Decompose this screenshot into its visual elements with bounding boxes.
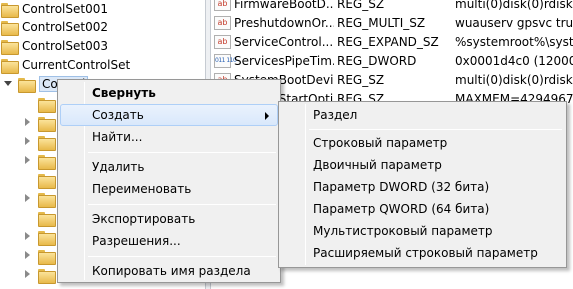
menu-separator [88,256,276,257]
tree-item-child[interactable] [23,132,56,151]
expand-arrow-icon[interactable] [23,194,32,203]
folder-icon [37,135,56,151]
folder-icon [17,77,36,93]
tree-item-child[interactable] [23,208,56,227]
new-qword-value-menu-item[interactable]: Параметр QWORD (64 бита) [281,198,564,220]
expand-arrow-icon[interactable] [23,251,32,260]
tree-item-controlset001[interactable]: ControlSet001 [0,0,108,18]
rename-menu-item[interactable]: Переименовать [60,178,278,200]
tree-item-child[interactable] [23,94,56,113]
value-name: ServicesPipeTim... [234,53,334,68]
string-value-icon: ab [214,15,231,30]
menu-separator [88,152,276,153]
folder-icon [37,154,56,170]
tree-item-label: ControlSet003 [22,38,108,53]
new-binary-value-menu-item[interactable]: Двоичный параметр [281,154,564,176]
list-item[interactable]: ab ServiceControl... REG_EXPAND_SZ %syst… [211,32,573,51]
context-menu: Свернуть Создать Найти... Удалить Переим… [57,79,281,283]
list-item[interactable]: ab FirmwareBootD... REG_SZ multi(0)disk(… [211,0,573,13]
value-data: multi(0)disk(0)rdisk(0 [455,72,573,87]
tree-item-child[interactable] [23,170,56,189]
tree-item-controlset003[interactable]: ControlSet003 [0,36,108,55]
value-name: ServiceControl... [234,34,334,49]
new-expandable-string-value-menu-item[interactable]: Расширяемый строковый параметр [281,242,564,264]
folder-icon [37,249,56,265]
expand-arrow-icon[interactable] [23,118,32,127]
folder-icon [0,2,19,18]
create-menu-item[interactable]: Создать [60,104,278,126]
value-type: REG_SZ [337,72,385,87]
folder-icon [0,58,19,74]
delete-menu-item[interactable]: Удалить [60,156,278,178]
folder-icon [37,192,56,208]
value-data: 0x0001d4c0 (120000) [455,53,573,68]
tree-item-controlset002[interactable]: ControlSet002 [0,17,108,36]
expand-arrow-icon[interactable] [23,270,32,279]
value-type: REG_MULTI_SZ [337,15,426,30]
value-name: FirmwareBootD... [234,0,334,11]
new-key-menu-item[interactable]: Раздел [281,104,564,126]
tree-item-child[interactable] [23,113,56,132]
find-menu-item[interactable]: Найти... [60,126,278,148]
new-dword-value-menu-item[interactable]: Параметр DWORD (32 бита) [281,176,564,198]
create-menu-label: Создать [92,108,144,122]
value-data: multi(0)disk(0)rdisk(0 [455,0,573,11]
tree-item-child[interactable] [23,246,56,265]
binary-value-icon: 011 110 [214,53,237,68]
menu-separator [88,204,276,205]
folder-icon [37,230,56,246]
value-type: REG_EXPAND_SZ [337,34,439,49]
copy-key-name-menu-item[interactable]: Копировать имя раздела [60,260,278,282]
create-submenu: Раздел Строковый параметр Двоичный парам… [278,101,567,268]
folder-icon [0,20,19,36]
value-type: REG_DWORD [337,53,417,68]
tree-item-child[interactable] [23,189,56,208]
expand-arrow-icon[interactable] [4,79,13,88]
folder-icon [37,211,56,227]
folder-icon [0,39,19,55]
tree-item-label: CurrentControlSet [22,57,131,72]
new-string-value-menu-item[interactable]: Строковый параметр [281,132,564,154]
expand-arrow-icon[interactable] [23,137,32,146]
string-value-icon: ab [214,34,231,49]
tree-item-label: ControlSet001 [22,1,108,16]
tree-item-child[interactable] [23,227,56,246]
submenu-arrow-icon [265,112,269,120]
tree-item-currentcontrolset[interactable]: CurrentControlSet [0,55,130,74]
value-type: REG_SZ [337,0,385,11]
folder-icon [37,268,56,284]
menu-separator [309,129,562,130]
folder-icon [37,97,56,113]
tree-item-child[interactable] [23,265,56,284]
tree-item-label: ControlSet002 [22,19,108,34]
value-data: wuauserv gpsvc truste [455,15,573,30]
value-data: %systemroot%\system [455,34,573,49]
list-item[interactable]: ab PreshutdownOr... REG_MULTI_SZ wuauser… [211,13,573,32]
new-multi-string-value-menu-item[interactable]: Мультистроковый параметр [281,220,564,242]
value-name: PreshutdownOr... [234,15,334,30]
folder-icon [37,116,56,132]
folder-icon [37,173,56,189]
expand-arrow-icon[interactable] [23,232,32,241]
export-menu-item[interactable]: Экспортировать [60,208,278,230]
expand-arrow-icon[interactable] [23,156,32,165]
permissions-menu-item[interactable]: Разрешения... [60,230,278,252]
collapse-menu-item[interactable]: Свернуть [60,82,278,104]
tree-item-child[interactable] [23,151,56,170]
list-item[interactable]: 011 110 ServicesPipeTim... REG_DWORD 0x0… [211,51,573,70]
string-value-icon: ab [214,0,231,11]
